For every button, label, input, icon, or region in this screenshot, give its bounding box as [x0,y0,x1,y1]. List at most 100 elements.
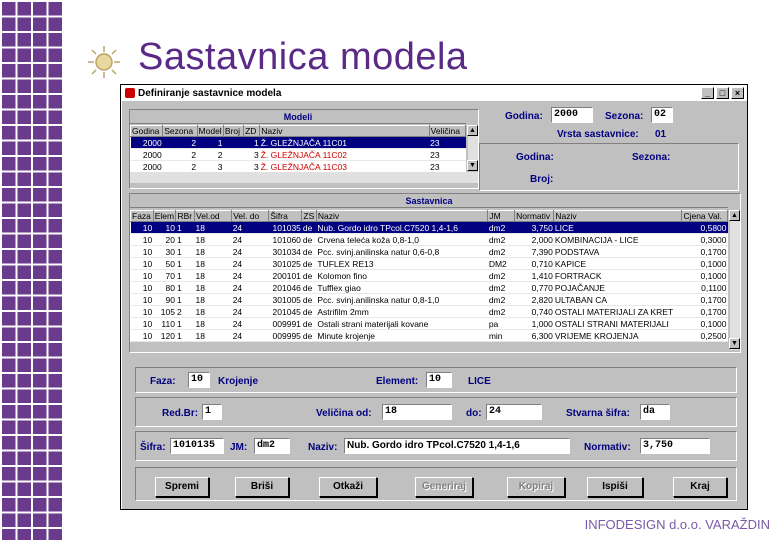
col-faza[interactable]: Faza [130,210,154,222]
col-cijena[interactable]: Cjena Val. [681,210,728,222]
sastavnica-row[interactable]: 10 50 1 18 24 301025 de TUFLEX RE13 DM2 0,710 KAPI… [130,257,728,270]
cell-sezona: 2 [162,148,198,161]
window-title: Definiranje sastavnice modela [138,87,282,99]
modeli-vscrollbar[interactable]: ▲ ▼ [467,125,478,171]
cell-naziv: Crvena teleća koža 0,8-1,0 [316,233,488,246]
sastavnica-row[interactable]: 10 110 1 18 24 009991 de Ostali strani materija… [130,317,728,330]
normativ-field[interactable]: 3,750 [640,438,710,454]
element-field[interactable]: 10 [426,372,452,388]
cell-naziv2: LICE [553,221,682,234]
col-model[interactable]: Model [196,125,224,137]
naziv-field[interactable]: Nub. Gordo idro TPcol.C7520 1,4-1,6 [344,438,570,454]
cell-naziv2: OSTALI STRANI MATERIJALI [553,317,682,330]
sastavnica-row[interactable]: 10 120 1 18 24 009995 de Minute krojenje min 6,30… [130,329,728,342]
normativ-label: Normativ: [584,442,631,453]
scroll-down-arrow-icon[interactable]: ▼ [467,160,478,171]
sastavnica-vscrollbar[interactable]: ▲ ▼ [729,210,740,350]
velicina-panel: Red.Br: 1 Veličina od: 18 do: 24 Stvarna… [135,397,737,427]
sifra-field[interactable]: 1010135 [170,438,224,454]
ispisi-button[interactable]: Ispiši [587,477,643,497]
cell-cijena: 0,1000 [681,269,728,282]
cell-sifra: 201045 [268,305,302,318]
cell-godina: 2000 [130,160,163,173]
brisi-button[interactable]: Briši [235,477,289,497]
col-rbr[interactable]: RBr [175,210,196,222]
cell-rbr: 1 [175,257,195,270]
cell-sifra: 101035 [268,221,302,234]
col-broj[interactable]: Broj [222,125,245,137]
cell-sifra: 301034 [268,245,302,258]
col-velicina[interactable]: Veličina [428,125,467,137]
col-zs[interactable]: ZS [301,210,317,222]
cell-faza: 10 [130,269,154,282]
cell-vdo: 24 [231,245,269,258]
col-sifra[interactable]: Šifra [268,210,303,222]
sastavnica-row[interactable]: 10 105 2 18 24 201045 de Astrifilm 2mm dm2 0,740 O… [130,305,728,318]
element-label: Element: [376,376,419,387]
modeli-hscrollbar[interactable] [130,172,478,183]
godina-field[interactable]: 2000 [551,107,593,123]
cell-elem: 90 [153,293,176,306]
cell-naziv: Ž. GLEŽNJAČA 11C01 [259,136,430,149]
minimize-button[interactable]: _ [701,87,714,99]
rbr-field[interactable]: 1 [202,404,222,420]
cell-model: 2 [197,148,224,161]
col-vel-od[interactable]: Vel.od [194,210,233,222]
col-elem[interactable]: Elem [152,210,177,222]
modeli-row[interactable]: 2000 2 2 3 Ž. GLEŽNJAČA 11C02 23 [130,148,466,161]
sezona-field[interactable]: 02 [651,107,673,123]
cell-cijena: 0,2500 [681,329,728,342]
faza-field[interactable]: 10 [188,372,210,388]
close-button[interactable]: × [731,87,744,99]
sastavnica-row[interactable]: 10 90 1 18 24 301005 de Pcc. svinj.anilinska na… [130,293,728,306]
jm-label: JM: [230,442,248,453]
sastavnica-row[interactable]: 10 20 1 18 24 101060 de Crvena teleća koža 0,8-… [130,233,728,246]
cell-jm: min [487,329,515,342]
scroll-up-arrow-icon[interactable]: ▲ [729,210,740,221]
col-naziv2[interactable]: Naziv [553,210,683,222]
sastavnica-row[interactable]: 10 30 1 18 24 301034 de Pcc. svinj.anilinska na… [130,245,728,258]
cell-jm: dm2 [487,233,515,246]
cell-norm: 1,000 [514,317,554,330]
cell-sifra: 301005 [268,293,302,306]
cell-faza: 10 [130,305,154,318]
scroll-up-arrow-icon[interactable]: ▲ [467,125,478,136]
jm-field[interactable]: dm2 [254,438,290,454]
cell-sifra: 201046 [268,281,302,294]
col-godina[interactable]: Godina [129,125,164,137]
cell-zd: 1 [243,136,260,149]
sastavnica-table[interactable]: Faza Elem RBr Vel.od Vel. do Šifra ZS Na… [130,210,728,342]
kopiraj-button[interactable]: Kopiraj [507,477,565,497]
col-naziv[interactable]: Naziv [259,125,430,137]
col-jm[interactable]: JM [487,210,516,222]
col-zd[interactable]: ZD [243,125,261,137]
cell-rbr: 1 [175,245,195,258]
cell-faza: 10 [130,245,154,258]
spremi-button[interactable]: Spremi [155,477,209,497]
cell-cijena: 0,1100 [681,281,728,294]
cell-vod: 18 [194,317,232,330]
sastavnica-row[interactable]: 10 70 1 18 24 200101 de Kolomon fino dm2 1,410 FOR… [130,269,728,282]
sifra-label: Šifra: [140,442,166,453]
modeli-row[interactable]: 2000 2 3 3 Ž. GLEŽNJAČA 11C03 23 [130,160,466,173]
velicina-od-field[interactable]: 18 [382,404,452,420]
cell-vod: 18 [194,221,232,234]
col-normativ[interactable]: Normativ [514,210,555,222]
maximize-button[interactable]: □ [716,87,729,99]
otkazi-button[interactable]: Otkaži [319,477,377,497]
scroll-down-arrow-icon[interactable]: ▼ [729,338,740,349]
col-vel-do[interactable]: Vel. do [231,210,270,222]
sastavnica-row[interactable]: 10 80 1 18 24 201046 de Tufflex giao dm2 0,770 POJ… [130,281,728,294]
modeli-table[interactable]: Godina Sezona Model Broj ZD Naziv Veliči… [129,125,467,173]
sastavnica-row[interactable]: 10 10 1 18 24 101035 de Nub. Gordo idro TPcol.C… [130,221,728,234]
generiraj-button[interactable]: Generiraj [415,477,473,497]
col-naziv[interactable]: Naziv [315,210,489,222]
kraj-button[interactable]: Kraj [673,477,727,497]
cell-naziv2: POJAČANJE [553,281,682,294]
col-sezona[interactable]: Sezona [162,125,198,137]
velicina-do-field[interactable]: 24 [486,404,542,420]
stvarna-sifra-field[interactable]: da [640,404,670,420]
cell-faza: 10 [130,233,154,246]
modeli-row[interactable]: 2000 2 1 1 Ž. GLEŽNJAČA 11C01 23 [130,136,466,149]
cell-naziv: Ž. GLEŽNJAČA 11C03 [259,160,430,173]
